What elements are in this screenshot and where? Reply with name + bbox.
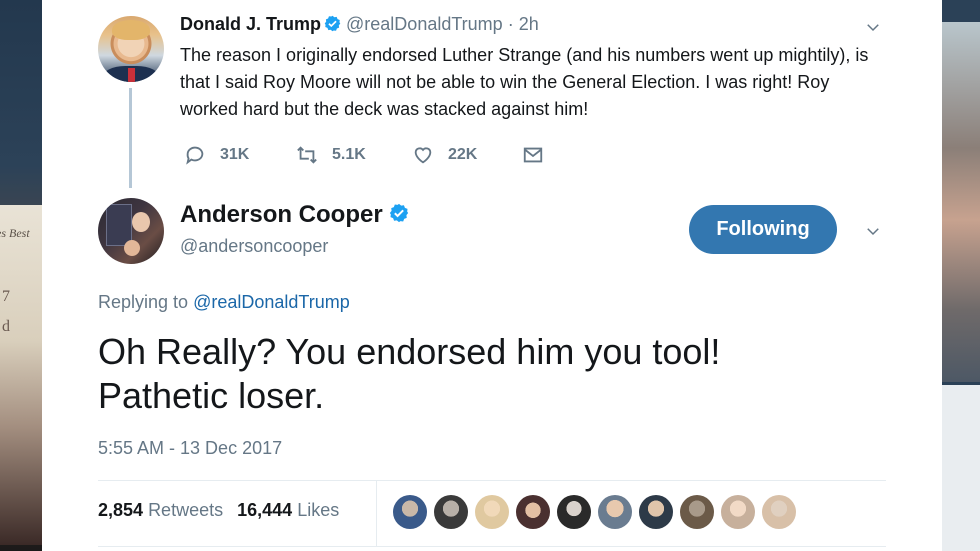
- divider: [98, 480, 886, 481]
- chevron-down-icon[interactable]: [864, 222, 882, 240]
- background-letter: 7: [2, 288, 10, 305]
- parent-tweet-time[interactable]: · 2h: [508, 14, 539, 34]
- direct-message-button[interactable]: [522, 142, 558, 168]
- replying-to-link[interactable]: @realDonaldTrump: [193, 292, 350, 312]
- tweet-modal: Donald J. Trump @realDonaldTrump · 2h The…: [42, 0, 942, 551]
- heart-icon: [414, 147, 432, 164]
- divider: [98, 546, 886, 547]
- like-stat-label: Likes: [297, 500, 340, 520]
- liker-avatar[interactable]: [434, 495, 468, 529]
- main-author-name-text: Anderson Cooper: [180, 201, 383, 228]
- parent-author-handle[interactable]: @realDonaldTrump: [346, 14, 503, 34]
- main-author-handle[interactable]: @andersoncooper: [180, 236, 328, 257]
- verified-badge-icon: [324, 15, 341, 32]
- thread-connector: [129, 88, 132, 188]
- liker-avatar[interactable]: [762, 495, 796, 529]
- replying-to-label: Replying to: [98, 292, 189, 312]
- liker-avatar[interactable]: [475, 495, 509, 529]
- stats-separator: [376, 481, 377, 546]
- replying-to: Replying to @realDonaldTrump: [98, 292, 350, 313]
- following-button[interactable]: Following: [689, 205, 837, 254]
- parent-author-name[interactable]: Donald J. Trump: [180, 14, 321, 34]
- background-left: es Best 7 d: [0, 0, 42, 551]
- liker-avatar[interactable]: [598, 495, 632, 529]
- main-author-name[interactable]: Anderson Cooper: [180, 201, 414, 229]
- liker-avatar[interactable]: [680, 495, 714, 529]
- liker-avatar[interactable]: [721, 495, 755, 529]
- reply-button[interactable]: 31K: [184, 142, 249, 168]
- liker-avatar[interactable]: [393, 495, 427, 529]
- main-tweet-text: Oh Really? You endorsed him you tool! Pa…: [98, 331, 721, 416]
- background-book-text: es Best: [0, 226, 30, 240]
- tweet-timestamp[interactable]: 5:55 AM - 13 Dec 2017: [98, 438, 282, 459]
- liker-avatar[interactable]: [516, 495, 550, 529]
- retweet-icon: [297, 146, 317, 164]
- parent-tweet-header: Donald J. Trump @realDonaldTrump · 2h: [180, 14, 539, 35]
- retweet-stat-count: 2,854: [98, 500, 144, 520]
- chevron-down-icon[interactable]: [864, 18, 882, 36]
- background-photo: [942, 22, 980, 382]
- like-stat-count: 16,444: [237, 500, 293, 520]
- like-count: 22K: [448, 146, 478, 163]
- background-book: [0, 205, 42, 545]
- parent-tweet-avatar[interactable]: [98, 16, 164, 82]
- background-panel: [942, 385, 980, 551]
- envelope-icon: [523, 147, 543, 163]
- retweet-count: 5.1K: [332, 146, 366, 163]
- liker-avatar[interactable]: [639, 495, 673, 529]
- like-button[interactable]: 22K: [412, 142, 477, 168]
- background-letter: d: [2, 318, 10, 335]
- reply-count: 31K: [220, 146, 250, 163]
- main-tweet-avatar[interactable]: [98, 198, 164, 264]
- like-stat[interactable]: 16,444 Likes: [237, 500, 339, 520]
- reply-icon: [186, 146, 204, 165]
- retweet-button[interactable]: 5.1K: [296, 142, 366, 168]
- tweet-stats: 2,854 Retweets 16,444 Likes: [98, 500, 339, 521]
- liker-avatar[interactable]: [557, 495, 591, 529]
- retweet-stat[interactable]: 2,854 Retweets: [98, 500, 223, 520]
- parent-tweet-text: The reason I originally endorsed Luther …: [180, 45, 869, 119]
- background-right: [942, 0, 980, 551]
- retweet-stat-label: Retweets: [148, 500, 224, 520]
- verified-badge-icon: [389, 203, 408, 223]
